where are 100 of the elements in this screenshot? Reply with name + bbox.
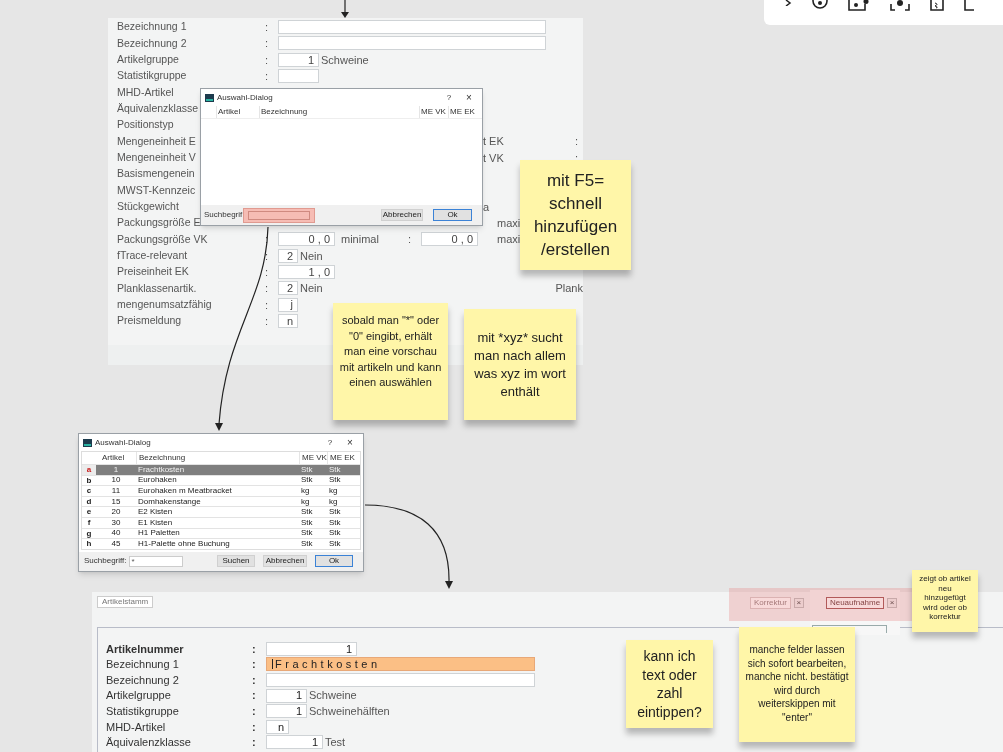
dialog-button[interactable]: Abbrechen — [263, 555, 307, 568]
connector-arrow — [341, 0, 349, 18]
field-label: t EK — [483, 134, 504, 150]
input-field[interactable]: 1 — [266, 641, 357, 656]
focus-frame-icon[interactable] — [890, 0, 910, 11]
column-header[interactable]: ME VK — [421, 106, 446, 118]
table-row[interactable]: e 20 E2 Kisten Stk Stk — [82, 506, 360, 517]
input-field[interactable]: 1 — [278, 52, 319, 67]
search-label: Suchbegriff: — [84, 555, 127, 568]
table-cell-text: Eurohaken m Meatbracket — [137, 486, 233, 496]
sticky-note[interactable]: mit *xyz* sucht man nach allem was xyz im wort enthält — [464, 309, 576, 420]
column-header[interactable]: ME VK — [302, 452, 327, 464]
sticky-note[interactable]: kann ich text oder zahl eintippen? — [626, 640, 713, 728]
colon: : — [265, 281, 269, 297]
input-field[interactable]: 2 — [278, 281, 298, 296]
field-text: Nein — [300, 281, 323, 297]
table-cell-text: kg — [300, 486, 311, 496]
search-field[interactable]: * — [128, 555, 183, 567]
field-label: MHD-Artikel — [106, 719, 166, 735]
dialog-button[interactable]: Suchen — [217, 555, 255, 568]
input-field[interactable]: 0 , 0 — [278, 232, 335, 247]
row-key: e — [82, 507, 96, 517]
close-button[interactable]: × — [793, 598, 804, 608]
colon: : — [252, 735, 256, 751]
table-cell-text: Stk — [300, 464, 314, 475]
dialog-button[interactable]: Ok — [433, 209, 472, 221]
sticky-note[interactable]: sobald man "*" oder "0" eingibt, erhält man eine vorschau mit artikeln und kann einen auswählen — [333, 303, 448, 420]
help-button[interactable]: ? — [322, 436, 338, 449]
tab[interactable]: Artikelstamm — [97, 596, 154, 608]
colon: : — [265, 52, 269, 68]
colon: : — [252, 672, 256, 688]
sticky-note[interactable]: mit F5= schnell hinzufügen /erstellen — [520, 160, 631, 270]
input-field[interactable]: 1 — [266, 688, 307, 703]
help-button[interactable]: ? — [441, 91, 457, 104]
field-text: Test — [325, 735, 346, 751]
table-cell-text: H1 Paletten — [137, 528, 181, 539]
table-cell-text: Stk — [300, 475, 314, 486]
input-field[interactable] — [278, 69, 319, 84]
input-field[interactable] — [278, 20, 546, 35]
field-label: Preismeldung — [117, 313, 182, 329]
image-icon[interactable] — [848, 0, 870, 11]
dialog-title: Auswahl-Dialog — [95, 436, 151, 449]
column-header[interactable]: Artikel — [102, 452, 125, 464]
table-row[interactable]: g 40 H1 Paletten Stk Stk — [82, 527, 360, 539]
input-field[interactable]: Frachtkosten — [266, 657, 535, 672]
input-field[interactable]: 1 — [266, 704, 307, 719]
column-header[interactable]: ME EK — [330, 452, 355, 464]
row-key: a — [82, 465, 96, 475]
field-label: mengenumsatzfähig — [117, 296, 212, 312]
input-field[interactable] — [278, 36, 546, 51]
field-label: Äquivalenzklasse — [117, 100, 199, 116]
field-label: Stückgewicht — [117, 198, 179, 214]
field-text: Schweinehälften — [309, 703, 390, 719]
colon: : — [408, 232, 412, 248]
table-cell-text: 1 — [112, 464, 120, 475]
close-button[interactable]: × — [460, 90, 478, 105]
colon: : — [265, 232, 269, 248]
field-label: Artikelnummer — [106, 641, 184, 657]
row-key: f — [82, 517, 96, 528]
table-row[interactable]: f 30 E1 Kisten Stk Stk — [82, 516, 360, 528]
table-cell-text: kg — [328, 496, 339, 507]
app-icon — [83, 438, 92, 447]
input-field[interactable]: n — [266, 719, 289, 734]
mode-button[interactable]: Neuaufnahme — [825, 597, 885, 609]
dialog-button[interactable]: Abbrechen — [381, 209, 423, 221]
field-text: Schweine — [321, 52, 369, 68]
input-field[interactable] — [266, 673, 535, 687]
table-cell-text: Frachtkosten — [137, 464, 186, 475]
field-label: Packungsgröße E — [117, 215, 201, 231]
sticky-note[interactable]: zeigt ob artikel neu hinzugefügt wird oder ob korrektur — [912, 570, 978, 632]
column-header[interactable]: Bezeichnung — [261, 106, 308, 118]
input-field[interactable]: j — [278, 297, 298, 312]
table-row[interactable]: h 45 H1-Palette ohne Buchung Stk Stk — [82, 538, 360, 549]
table-row[interactable]: a 1 Frachtkosten Stk Stk — [82, 464, 360, 475]
column-header[interactable]: ME EK — [450, 106, 475, 118]
table-cell-text: Stk — [300, 517, 314, 528]
sticky-note[interactable]: manche felder lassen sich sofort bearbeiten, manche nicht. bestätigt wird durch weiterskippen mit "enter" — [739, 627, 855, 742]
input-field[interactable]: 0 , 0 — [421, 232, 478, 247]
close-button[interactable]: × — [887, 598, 898, 608]
table-row[interactable]: d 15 Domhakenstange kg kg — [82, 495, 360, 507]
dialog-button[interactable]: Ok — [315, 555, 353, 568]
input-field[interactable]: 1 , 0 — [278, 265, 335, 280]
table-cell-text: kg — [300, 496, 311, 507]
colon: : — [252, 688, 256, 704]
table-cell-text: Stk — [328, 517, 342, 528]
chevron-right-icon[interactable] — [784, 0, 792, 6]
field-text: Nein — [300, 248, 323, 264]
colon: : — [252, 641, 256, 657]
input-field[interactable]: 1 — [266, 735, 323, 750]
table-row[interactable]: c 11 Eurohaken m Meatbracket kg kg — [82, 485, 360, 496]
field-label: a — [483, 199, 490, 215]
table-cell-text: Stk — [328, 528, 342, 539]
close-button[interactable]: × — [341, 435, 359, 450]
search-field[interactable] — [243, 207, 316, 223]
column-header[interactable]: Artikel — [218, 106, 241, 118]
field-label: Preiseinheit EK — [117, 264, 189, 280]
input-field[interactable]: 2 — [278, 248, 298, 263]
input-field[interactable]: n — [278, 314, 298, 329]
column-header[interactable]: Bezeichnung — [139, 452, 186, 464]
table-row[interactable]: b 10 Eurohaken Stk Stk — [82, 474, 360, 486]
